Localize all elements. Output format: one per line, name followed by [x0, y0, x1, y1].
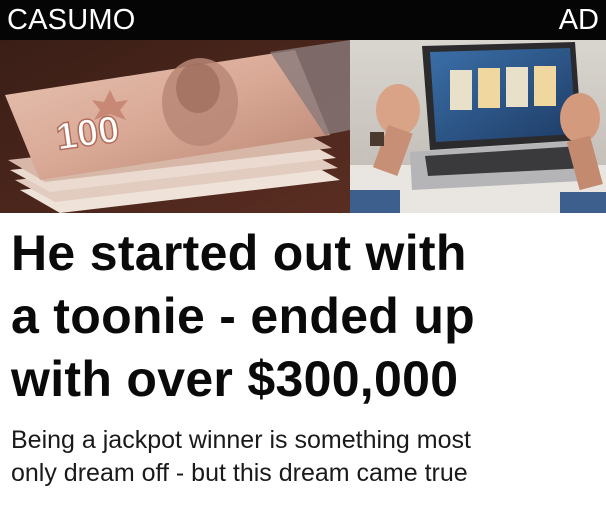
laptop-player-image	[350, 40, 606, 213]
brand-name: CASUMO	[7, 4, 136, 36]
banknotes-image[interactable]: 100	[0, 40, 350, 213]
laptop-image[interactable]	[350, 40, 606, 213]
headline-line: a toonie - ended up	[11, 288, 476, 344]
description-line: Being a jackpot winner is something most	[11, 426, 471, 454]
ad-headline[interactable]: He started out with a toonie - ended up …	[11, 222, 601, 411]
ad-label: AD	[558, 4, 599, 36]
svg-text:100: 100	[53, 108, 122, 158]
ad-card[interactable]: CASUMO AD 100 He started out with a toon…	[0, 0, 606, 510]
headline-line: He started out with	[11, 225, 467, 281]
description-line: only dream off - but this dream came tru…	[11, 459, 468, 487]
banknote-image: 100	[0, 40, 350, 213]
ad-description[interactable]: Being a jackpot winner is something most…	[11, 424, 596, 490]
ad-header-bar: CASUMO AD	[0, 0, 606, 40]
headline-line: with over $300,000	[11, 351, 459, 407]
